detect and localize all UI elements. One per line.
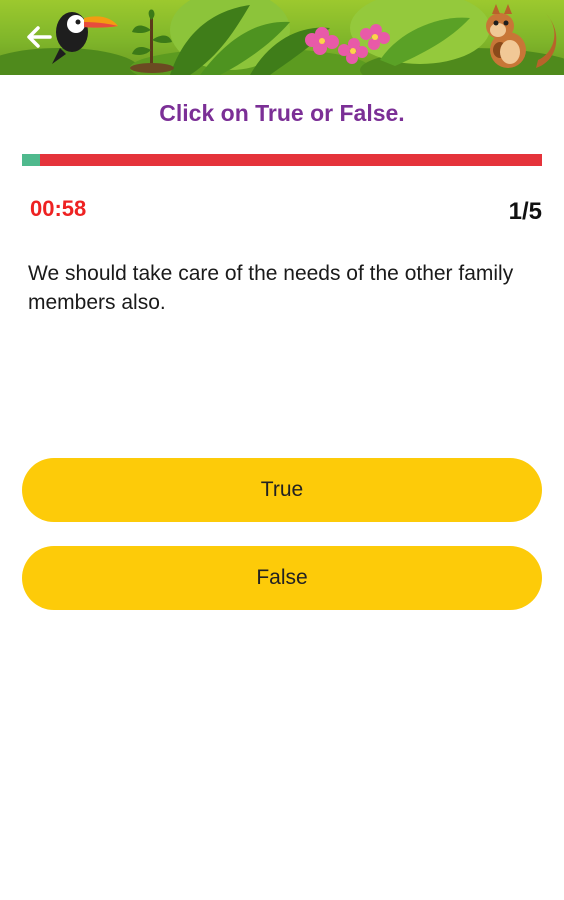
- question-text: We should take care of the needs of the …: [28, 262, 514, 314]
- true-button[interactable]: True: [22, 458, 542, 522]
- progress-fill: [22, 154, 41, 166]
- timer: 00:58: [30, 196, 87, 221]
- question-counter: 1/5: [508, 198, 542, 225]
- true-button-label: True: [260, 478, 304, 501]
- false-button-label: False: [256, 566, 308, 589]
- header-banner: [0, 0, 564, 75]
- jungle-illustration: [0, 0, 564, 75]
- arrow-left-icon: [27, 26, 52, 48]
- false-button[interactable]: False: [22, 546, 542, 610]
- progress-bar: [22, 154, 542, 166]
- back-button[interactable]: [22, 20, 56, 54]
- instruction-title: Click on True or False.: [159, 100, 405, 126]
